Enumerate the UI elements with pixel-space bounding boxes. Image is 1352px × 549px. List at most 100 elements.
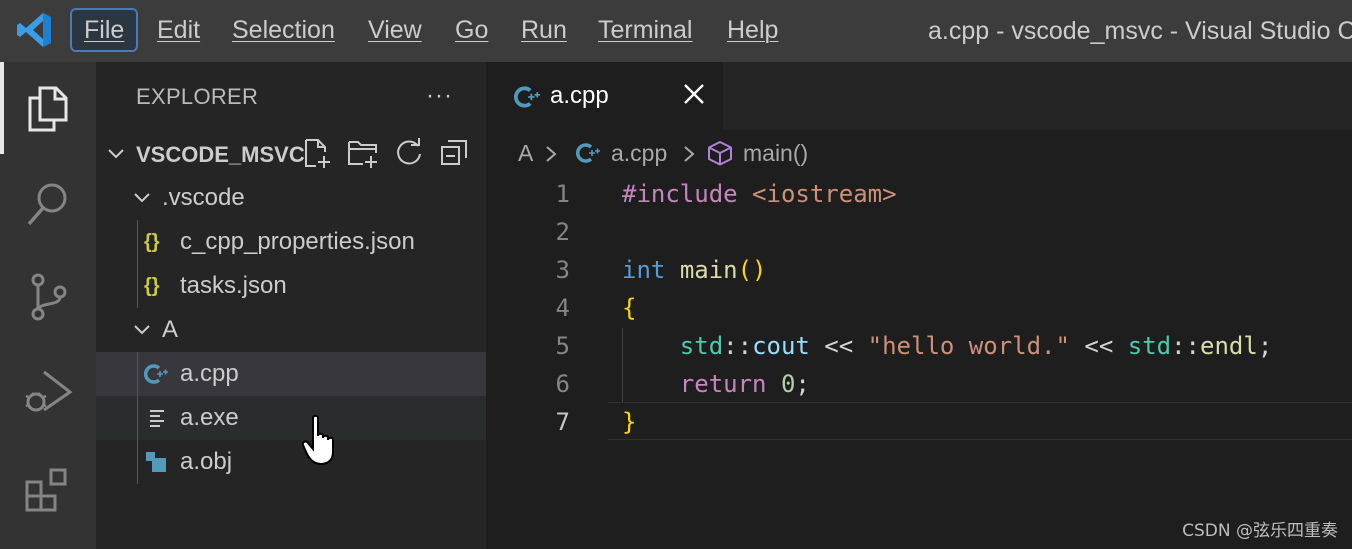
current-line-highlight — [608, 402, 1352, 440]
chevron-down-icon — [108, 149, 124, 159]
workspace-folder-name: VSCODE_MSVC — [136, 142, 305, 167]
tree-file-a-cpp[interactable]: a.cpp — [96, 352, 486, 396]
menu-go[interactable]: Go — [455, 11, 488, 49]
menu-view[interactable]: View — [368, 11, 422, 49]
tab-label: a.cpp — [550, 82, 609, 109]
variable-token: cout — [752, 332, 810, 360]
type-token: int — [622, 256, 666, 284]
code-line-4: { — [622, 294, 636, 322]
function-cube-icon — [708, 140, 732, 166]
indent-guide — [137, 352, 138, 484]
source-control-icon[interactable] — [22, 270, 74, 322]
function-token: endl — [1200, 332, 1258, 360]
keyword-token: return — [679, 370, 767, 398]
chevron-right-icon — [546, 146, 557, 162]
tree-file-tasks[interactable]: {} tasks.json — [96, 264, 486, 308]
activity-bar — [0, 62, 96, 549]
menu-selection[interactable]: Selection — [232, 11, 335, 49]
string-token: "hello world." — [867, 332, 1070, 360]
number-token: 0 — [780, 370, 796, 398]
tree-label: a.exe — [180, 404, 239, 431]
tree-label: a.obj — [180, 448, 233, 475]
code-line-5: std::cout << "hello world." << std::endl… — [622, 332, 1272, 360]
new-folder-icon[interactable] — [346, 136, 380, 170]
breadcrumb: A a.cpp main() — [486, 130, 1352, 176]
function-token: main — [679, 256, 738, 284]
line-number: 3 — [555, 256, 570, 284]
line-number: 2 — [555, 218, 570, 246]
operator-token: << — [1069, 332, 1128, 360]
tree-folder-a[interactable]: A — [96, 308, 486, 352]
vscode-logo-icon — [17, 13, 51, 47]
tree-label: tasks.json — [180, 272, 287, 299]
refresh-icon[interactable] — [392, 136, 426, 170]
run-debug-icon[interactable] — [22, 366, 74, 418]
menu-help[interactable]: Help — [727, 11, 778, 49]
tree-label: a.cpp — [180, 360, 239, 387]
more-actions-icon[interactable]: ··· — [426, 82, 453, 110]
extensions-icon[interactable] — [22, 464, 74, 516]
breadcrumb-symbol[interactable]: main() — [743, 140, 808, 167]
tab-a-cpp[interactable]: a.cpp — [486, 62, 723, 130]
code-line-6: return 0; — [622, 370, 810, 398]
search-icon[interactable] — [22, 178, 74, 230]
chevron-down-icon — [134, 325, 150, 335]
line-number: 4 — [555, 294, 570, 322]
punctuation-token: ; — [795, 370, 810, 398]
punctuation-token: ; — [1257, 332, 1273, 360]
line-number: 5 — [555, 332, 570, 360]
tree-folder-vscode[interactable]: .vscode — [96, 176, 486, 220]
breadcrumb-folder[interactable]: A — [518, 140, 533, 167]
operator-token: << — [809, 332, 868, 360]
menu-terminal[interactable]: Terminal — [598, 11, 692, 49]
json-file-icon: {} — [144, 275, 160, 297]
bracket-token: } — [622, 408, 637, 436]
line-number: 1 — [555, 180, 570, 208]
tree-label: .vscode — [162, 184, 245, 211]
explorer-title: EXPLORER — [136, 84, 259, 109]
tree-label: c_cpp_properties.json — [180, 228, 415, 255]
menu-file[interactable]: File — [70, 8, 139, 52]
operator-token: :: — [1171, 332, 1201, 360]
menu-edit[interactable]: Edit — [157, 11, 200, 49]
cpp-file-icon — [144, 364, 168, 384]
cpp-file-icon — [514, 86, 540, 108]
collapse-all-icon[interactable] — [438, 136, 472, 170]
window-title: a.cpp - vscode_msvc - Visual Studio Code — [928, 17, 1352, 45]
new-file-icon[interactable] — [300, 136, 334, 170]
code-line-3: int main() — [622, 256, 767, 284]
cpp-file-icon — [576, 143, 600, 163]
explorer-sidebar: EXPLORER ··· VSCODE_MSVC .vscode {} c_cp… — [96, 62, 486, 549]
json-file-icon: {} — [144, 231, 160, 253]
active-indicator — [0, 62, 4, 154]
hand-pointer-cursor-icon — [301, 414, 334, 466]
namespace-token: std — [679, 332, 724, 360]
operator-token: :: — [723, 332, 753, 360]
text-file-icon — [150, 410, 164, 427]
chevron-right-icon — [684, 146, 695, 162]
code-editor[interactable]: 1 2 3 4 5 6 7 #include <iostream> int ma… — [486, 176, 1352, 549]
tree-file-a-obj[interactable]: a.obj — [96, 440, 486, 484]
title-bar: File Edit Selection View Go Run Terminal… — [0, 0, 1352, 62]
line-number: 6 — [555, 370, 570, 398]
binary-file-icon — [146, 452, 166, 472]
workspace-folder-header[interactable]: VSCODE_MSVC — [96, 132, 486, 176]
chevron-down-icon — [134, 193, 150, 203]
breadcrumb-file[interactable]: a.cpp — [611, 140, 667, 167]
explorer-files-icon[interactable] — [22, 82, 74, 134]
close-icon[interactable] — [682, 82, 706, 106]
preprocessor-token: #include — [622, 180, 738, 208]
tree-file-a-exe[interactable]: a.exe — [96, 396, 486, 440]
tree-file-c-cpp-properties[interactable]: {} c_cpp_properties.json — [96, 220, 486, 264]
tree-label: A — [162, 316, 179, 343]
line-number: 7 — [555, 408, 570, 436]
namespace-token: std — [1127, 332, 1172, 360]
menu-run[interactable]: Run — [521, 11, 567, 49]
include-token: <iostream> — [752, 180, 897, 208]
bracket-token: { — [622, 294, 637, 322]
editor-tab-bar: a.cpp — [486, 62, 1352, 130]
code-line-7: } — [622, 408, 636, 436]
code-line-1: #include <iostream> — [622, 180, 897, 208]
watermark: CSDN @弦乐四重奏 — [1182, 521, 1338, 541]
bracket-token: () — [737, 256, 767, 284]
